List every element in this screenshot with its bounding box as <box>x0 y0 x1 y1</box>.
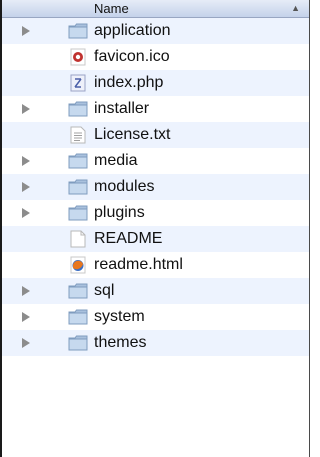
folder-icon <box>68 100 88 118</box>
disclosure-triangle-icon[interactable] <box>22 312 30 322</box>
list-item[interactable]: modules <box>2 174 309 200</box>
item-name: sql <box>94 282 115 299</box>
disclosure-triangle-icon[interactable] <box>22 286 30 296</box>
list-item[interactable]: installer <box>2 96 309 122</box>
list-item[interactable]: system <box>2 304 309 330</box>
disclosure-triangle-icon[interactable] <box>22 104 30 114</box>
item-name: themes <box>94 334 147 351</box>
item-name: plugins <box>94 204 145 221</box>
disclosure-triangle-icon[interactable] <box>22 338 30 348</box>
empty-row <box>2 356 309 382</box>
sort-ascending-icon: ▲ <box>291 3 300 13</box>
document-icon <box>68 230 88 248</box>
list-item[interactable]: sql <box>2 278 309 304</box>
disclosure-triangle-icon[interactable] <box>22 26 30 36</box>
item-name: modules <box>94 178 155 195</box>
list-item[interactable]: index.php <box>2 70 309 96</box>
folder-icon <box>68 204 88 222</box>
disclosure-triangle-icon[interactable] <box>22 156 30 166</box>
list-item[interactable]: README <box>2 226 309 252</box>
ico-file-icon <box>68 48 88 66</box>
item-name: License.txt <box>94 126 171 143</box>
item-name: favicon.ico <box>94 48 170 65</box>
folder-icon <box>68 178 88 196</box>
item-name: application <box>94 22 171 39</box>
item-name: readme.html <box>94 256 183 273</box>
list-item[interactable]: plugins <box>2 200 309 226</box>
name-column-label: Name <box>94 1 129 16</box>
finder-list-view: Name ▲ application favicon.ico index.php in… <box>0 0 310 457</box>
list-item[interactable]: favicon.ico <box>2 44 309 70</box>
list-item[interactable]: License.txt <box>2 122 309 148</box>
item-name: index.php <box>94 74 164 91</box>
folder-icon <box>68 308 88 326</box>
list-item[interactable]: themes <box>2 330 309 356</box>
file-list: application favicon.ico index.php installer… <box>2 18 309 382</box>
disclosure-triangle-icon[interactable] <box>22 182 30 192</box>
php-file-icon <box>68 74 88 92</box>
text-file-icon <box>68 126 88 144</box>
html-file-icon <box>68 256 88 274</box>
folder-icon <box>68 334 88 352</box>
column-header: Name ▲ <box>2 0 309 18</box>
list-item[interactable]: application <box>2 18 309 44</box>
folder-icon <box>68 22 88 40</box>
item-name: installer <box>94 100 150 117</box>
list-item[interactable]: readme.html <box>2 252 309 278</box>
disclosure-triangle-icon[interactable] <box>22 208 30 218</box>
name-column-header[interactable]: Name ▲ <box>2 0 309 17</box>
folder-icon <box>68 152 88 170</box>
folder-icon <box>68 282 88 300</box>
item-name: system <box>94 308 145 325</box>
item-name: README <box>94 230 163 247</box>
list-item[interactable]: media <box>2 148 309 174</box>
item-name: media <box>94 152 138 169</box>
